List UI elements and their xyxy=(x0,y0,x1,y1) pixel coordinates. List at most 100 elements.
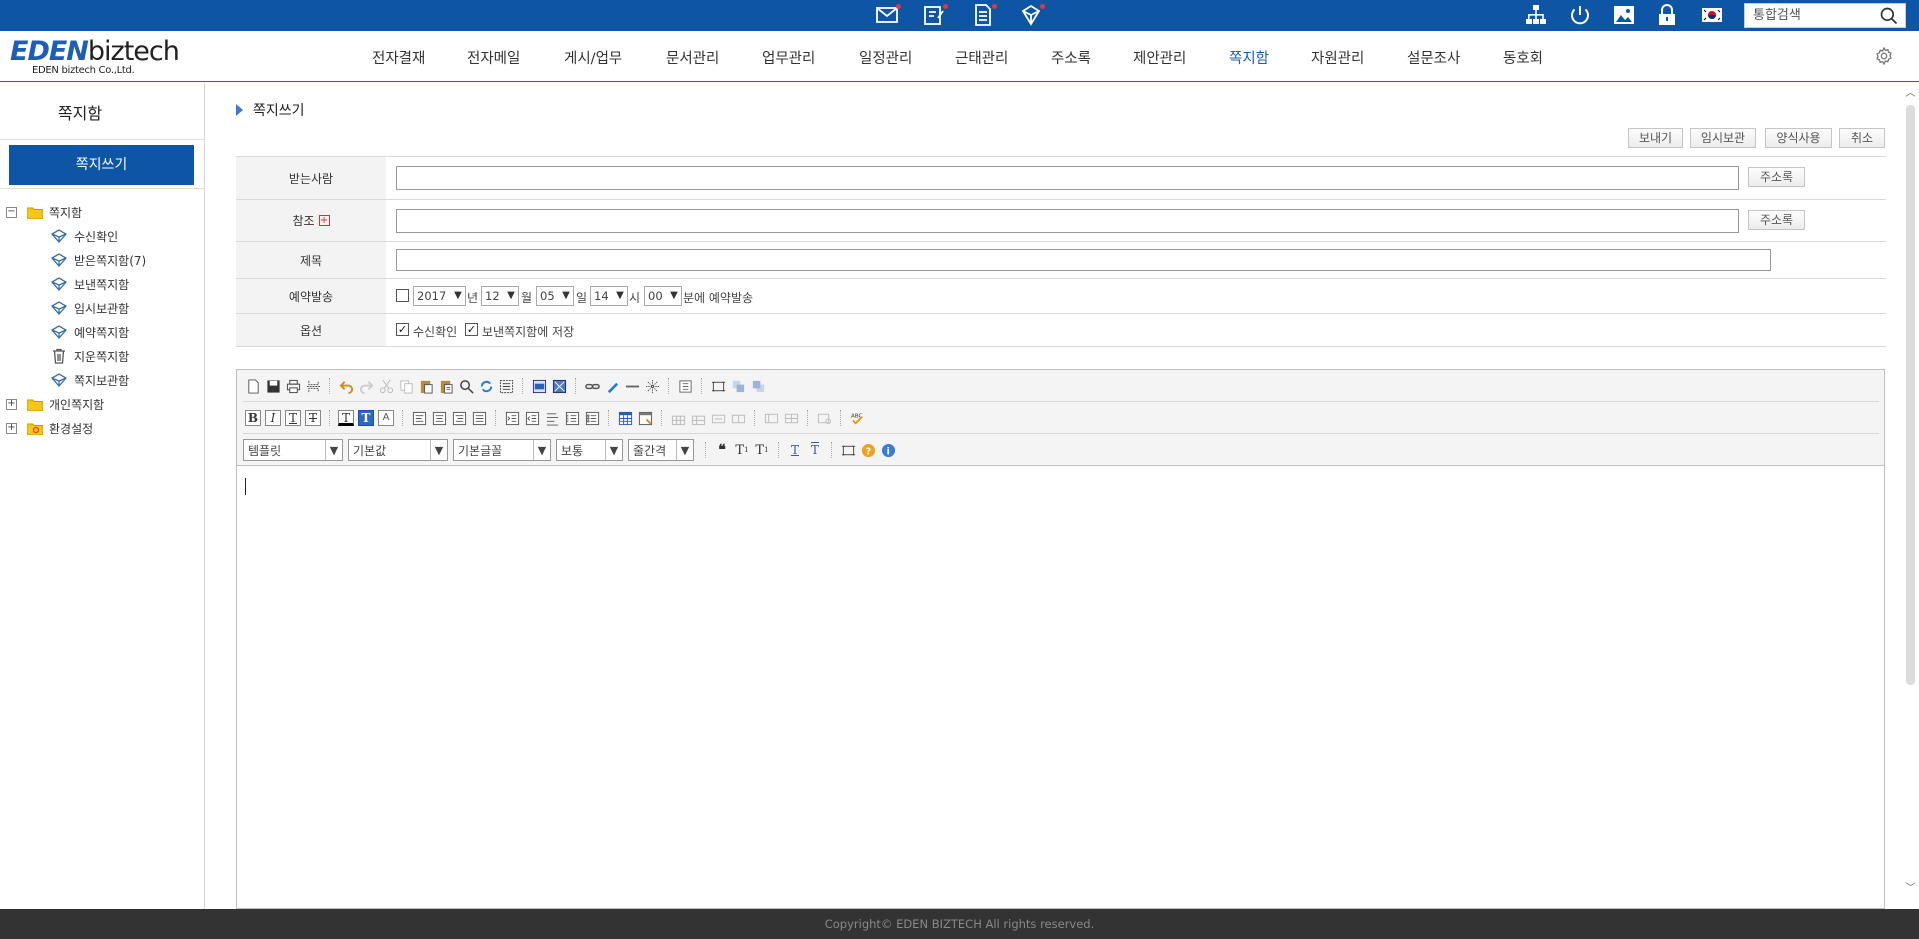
image-insert-icon[interactable] xyxy=(529,376,549,396)
bring-front-icon[interactable] xyxy=(728,376,748,396)
mail-icon[interactable] xyxy=(873,2,901,28)
note-icon[interactable] xyxy=(1017,2,1045,28)
tree-item-sent[interactable]: 보낸쪽지함 xyxy=(50,274,129,294)
font-family-select[interactable]: 기본글꼴 ▼ xyxy=(453,439,551,461)
recipient-address-book-button[interactable]: 주소록 xyxy=(1748,167,1805,187)
tree-item-settings[interactable]: + 환경설정 xyxy=(6,418,93,438)
ordered-list-icon[interactable] xyxy=(562,408,582,428)
cut-icon[interactable] xyxy=(376,376,396,396)
strikethrough-icon[interactable]: T xyxy=(303,408,323,428)
send-back-icon[interactable] xyxy=(748,376,768,396)
scroll-up-icon[interactable]: ︿ xyxy=(1902,83,1919,100)
nav-email[interactable]: 전자메일 xyxy=(467,47,520,68)
special-char-icon[interactable] xyxy=(642,376,662,396)
horizontal-rule-icon[interactable] xyxy=(622,376,642,396)
month-select[interactable]: 12 ▼ xyxy=(481,286,519,306)
tree-item-personal[interactable]: + 개인쪽지함 xyxy=(6,394,104,414)
background-color-icon[interactable]: T xyxy=(356,408,376,428)
unordered-list-icon[interactable] xyxy=(582,408,602,428)
search-icon[interactable] xyxy=(1875,4,1903,27)
document-icon[interactable] xyxy=(969,2,997,28)
nav-approval[interactable]: 전자결재 xyxy=(372,47,425,68)
delete-row-icon[interactable] xyxy=(688,408,708,428)
nav-attendance[interactable]: 근태관리 xyxy=(955,47,1008,68)
undo-icon[interactable] xyxy=(336,376,356,396)
italic-icon[interactable]: I xyxy=(263,408,283,428)
read-receipt-checkbox[interactable]: ✓ xyxy=(396,323,409,336)
nav-proposals[interactable]: 제안관리 xyxy=(1133,47,1186,68)
add-cc-icon[interactable]: + xyxy=(318,215,330,226)
info-icon[interactable]: i xyxy=(878,440,898,460)
font-size-select[interactable]: 보통 ▼ xyxy=(556,439,623,461)
clear-format-icon[interactable]: A xyxy=(376,408,396,428)
day-select[interactable]: 05 ▼ xyxy=(536,286,574,306)
source-icon[interactable] xyxy=(675,376,695,396)
bold-icon[interactable]: B xyxy=(243,408,263,428)
flag-kr-icon[interactable] xyxy=(1698,2,1726,28)
redo-icon[interactable] xyxy=(356,376,376,396)
scroll-thumb[interactable] xyxy=(1906,105,1915,685)
tree-item-inbox[interactable]: 받은쪽지함(7) xyxy=(50,250,146,270)
nav-resources[interactable]: 자원관리 xyxy=(1311,47,1364,68)
hour-select[interactable]: 14 ▼ xyxy=(590,286,628,306)
lock-icon[interactable] xyxy=(1653,2,1681,28)
link-icon[interactable] xyxy=(582,376,602,396)
save-draft-button[interactable]: 임시보관 xyxy=(1690,128,1756,148)
nav-schedule[interactable]: 일정관리 xyxy=(859,47,912,68)
tree-item-trash[interactable]: 지운쪽지함 xyxy=(50,346,129,366)
align-left-icon[interactable] xyxy=(409,408,429,428)
page-break-icon[interactable] xyxy=(303,376,323,396)
nav-documents[interactable]: 문서관리 xyxy=(666,47,719,68)
help-icon[interactable]: ? xyxy=(858,440,878,460)
save-icon[interactable] xyxy=(263,376,283,396)
select-all-icon[interactable] xyxy=(496,376,516,396)
spellcheck-icon[interactable]: ABC xyxy=(847,408,867,428)
indent-icon[interactable] xyxy=(502,408,522,428)
company-logo[interactable]: EDENbiztech EDEN biztech Co.,Ltd. xyxy=(10,37,180,79)
font-color-icon[interactable]: T xyxy=(336,408,356,428)
layer-icon[interactable] xyxy=(708,376,728,396)
search-input[interactable] xyxy=(1745,5,1875,26)
align-right-icon[interactable] xyxy=(449,408,469,428)
approval-icon[interactable] xyxy=(920,2,948,28)
outdent-icon[interactable] xyxy=(522,408,542,428)
paste-text-icon[interactable] xyxy=(436,376,456,396)
minute-select[interactable]: 00 ▼ xyxy=(644,286,682,306)
nav-clubs[interactable]: 동호회 xyxy=(1503,47,1543,68)
overline-style-icon[interactable]: T xyxy=(805,440,825,460)
org-chart-icon[interactable] xyxy=(1522,2,1550,28)
nav-tasks[interactable]: 업무관리 xyxy=(762,47,815,68)
scroll-down-icon[interactable]: ﹀ xyxy=(1902,878,1919,895)
image-icon[interactable] xyxy=(1610,2,1638,28)
nav-board[interactable]: 게시/업무 xyxy=(564,47,622,68)
fullscreen-icon[interactable] xyxy=(838,440,858,460)
tree-item-read-receipt[interactable]: 수신확인 xyxy=(50,226,118,246)
tree-item-notebox[interactable]: − 쪽지함 xyxy=(6,202,82,222)
layout-icon[interactable] xyxy=(761,408,781,428)
nav-address-book[interactable]: 주소록 xyxy=(1051,47,1091,68)
line-height-select[interactable]: 줄간격 ▼ xyxy=(628,439,694,461)
insert-row-icon[interactable] xyxy=(668,408,688,428)
align-center-icon[interactable] xyxy=(429,408,449,428)
expand-toggle[interactable]: + xyxy=(6,398,17,410)
superscript-icon[interactable]: T1 xyxy=(752,440,772,460)
line-spacing-icon[interactable] xyxy=(542,408,562,428)
collapse-toggle[interactable]: − xyxy=(6,206,17,218)
nav-notes[interactable]: 쪽지함 xyxy=(1229,47,1269,68)
merge-cells-icon[interactable] xyxy=(708,408,728,428)
print-icon[interactable] xyxy=(283,376,303,396)
cc-input[interactable] xyxy=(396,209,1739,233)
replace-icon[interactable] xyxy=(476,376,496,396)
year-select[interactable]: 2017 ▼ xyxy=(413,286,466,306)
nav-survey[interactable]: 설문조사 xyxy=(1407,47,1460,68)
expand-toggle[interactable]: + xyxy=(6,422,17,434)
power-icon[interactable] xyxy=(1566,2,1594,28)
copy-icon[interactable] xyxy=(396,376,416,396)
tree-item-drafts[interactable]: 임시보관함 xyxy=(50,298,129,318)
subject-input[interactable] xyxy=(396,249,1771,271)
underline-icon[interactable]: T xyxy=(283,408,303,428)
subscript-icon[interactable]: T1 xyxy=(732,440,752,460)
template-select[interactable]: 템플릿 ▼ xyxy=(243,439,343,461)
align-justify-icon[interactable] xyxy=(469,408,489,428)
use-template-button[interactable]: 양식사용 xyxy=(1765,128,1832,148)
